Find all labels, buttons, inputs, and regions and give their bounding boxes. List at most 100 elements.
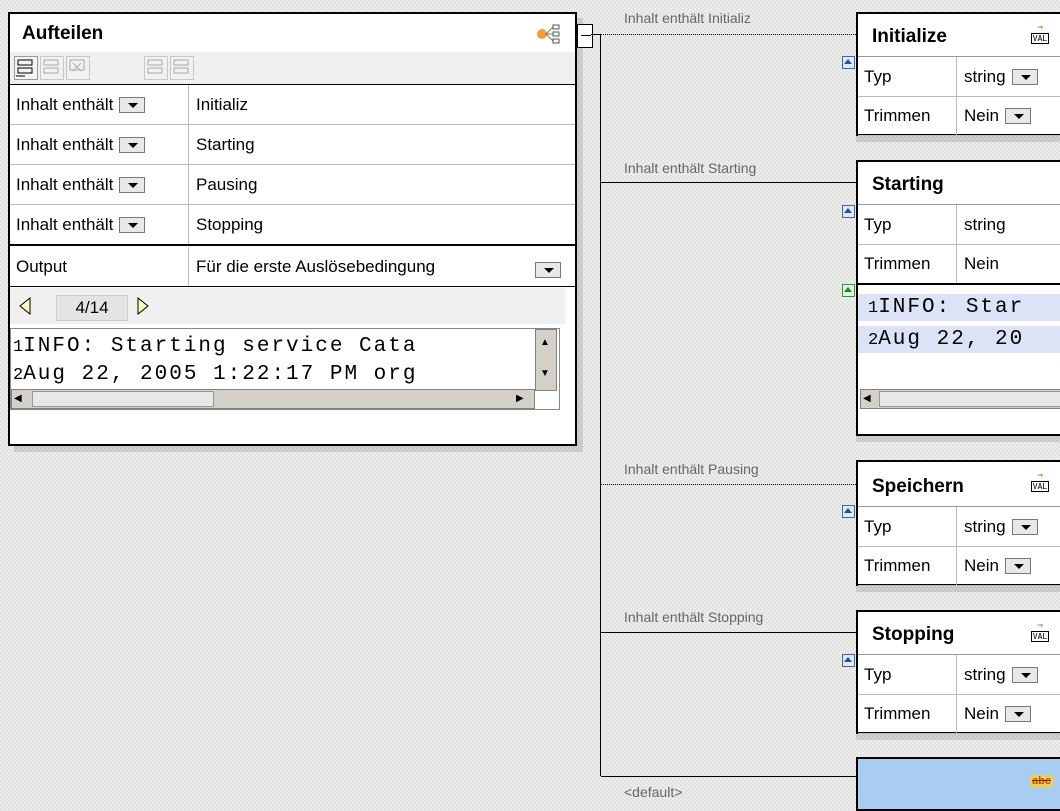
condition-value[interactable]: Starting	[196, 135, 255, 155]
trim-value: Nein	[964, 253, 999, 273]
value-icon[interactable]: ⇒ VAL	[1028, 468, 1052, 492]
condition-row[interactable]: Inhalt enthält Pausing	[10, 165, 575, 205]
scroll-up-icon[interactable]: ▲	[536, 332, 554, 354]
node-title: Initialize	[872, 26, 947, 47]
next-page-icon[interactable]	[136, 296, 150, 320]
page-indicator: 4/14	[56, 295, 128, 321]
preview-pane[interactable]: 1INFO: Starting service Cata 2Aug 22, 20…	[10, 328, 560, 410]
typ-row[interactable]: Typ string	[858, 204, 1060, 245]
condition-row[interactable]: Inhalt enthält Initializ	[10, 85, 575, 125]
node-title: Starting	[872, 174, 944, 195]
preview-line: 1INFO: Starting service Cata	[13, 335, 417, 358]
scroll-left-icon[interactable]: ◀	[14, 390, 22, 408]
chevron-down-icon[interactable]	[119, 216, 146, 233]
collapse-icon[interactable]	[842, 505, 855, 518]
scroll-down-icon[interactable]: ▼	[536, 363, 554, 385]
typ-row[interactable]: Typ string	[858, 56, 1060, 97]
output-port-icon[interactable]	[577, 24, 593, 48]
node-speichern[interactable]: Speichern ⇒ VAL Typ string Trimmen Nein	[856, 460, 1060, 586]
typ-value: string	[964, 664, 1006, 684]
condition-row[interactable]: Inhalt enthält Stopping	[10, 205, 575, 246]
typ-label: Typ	[864, 516, 892, 536]
preview-pane[interactable]: 1INFO: Star 2Aug 22, 20 ◀	[858, 286, 1060, 430]
trim-row[interactable]: Trimmen Nein	[858, 694, 1060, 734]
typ-label: Typ	[864, 66, 892, 86]
line-text: Aug 22, 20	[878, 328, 1025, 351]
split-panel: Aufteilen Inhalt enthält Initializ Inhal…	[8, 12, 577, 446]
scroll-thumb[interactable]	[879, 391, 1060, 407]
connector-label: Inhalt enthält Starting	[624, 160, 757, 176]
connector-line	[601, 484, 856, 485]
chevron-down-icon[interactable]	[119, 96, 146, 113]
delete-condition-icon[interactable]	[66, 56, 90, 80]
typ-value: string	[964, 516, 1006, 536]
typ-value: string	[964, 214, 1006, 234]
split-icon[interactable]	[535, 24, 561, 44]
condition-row[interactable]: Inhalt enthält Starting	[10, 125, 575, 165]
split-panel-header[interactable]: Aufteilen	[10, 14, 575, 53]
prev-page-icon[interactable]	[18, 296, 32, 320]
trim-row[interactable]: Trimmen Nein	[858, 96, 1060, 136]
connector-label: Inhalt enthält Pausing	[624, 461, 759, 477]
value-icon[interactable]: ⇒ VAL	[1028, 618, 1052, 642]
chevron-down-icon[interactable]	[1011, 666, 1038, 683]
insert-condition-icon[interactable]	[40, 56, 64, 80]
preview-line: 1INFO: Star	[858, 294, 1060, 321]
line-text: INFO: Starting service Cata	[23, 335, 418, 358]
move-down-icon[interactable]	[170, 56, 194, 80]
output-row[interactable]: Output Für die erste Auslösebedingung	[10, 247, 575, 287]
chevron-down-icon[interactable]	[1011, 518, 1038, 535]
condition-operator: Inhalt enthält	[16, 94, 114, 114]
line-number: 2	[868, 331, 879, 350]
line-number: 2	[13, 366, 24, 385]
chevron-down-icon[interactable]	[1011, 68, 1038, 85]
chevron-down-icon[interactable]	[535, 261, 561, 278]
node-initialize[interactable]: Initialize ⇒ VAL Typ string Trimmen Nein	[856, 12, 1060, 136]
expand-preview-icon[interactable]	[842, 284, 855, 297]
typ-row[interactable]: Typ string	[858, 654, 1060, 695]
scroll-left-icon[interactable]: ◀	[863, 390, 871, 408]
typ-value: string	[964, 66, 1006, 86]
collapse-icon[interactable]	[842, 654, 855, 667]
horizontal-scrollbar[interactable]: ◀ ▶	[11, 389, 535, 409]
condition-value[interactable]: Initializ	[196, 95, 248, 115]
trim-value: Nein	[964, 105, 999, 125]
trim-label: Trimmen	[864, 703, 931, 723]
scroll-thumb[interactable]	[32, 391, 214, 407]
scroll-right-icon[interactable]: ▶	[516, 390, 524, 408]
typ-row[interactable]: Typ string	[858, 506, 1060, 547]
node-title: Stopping	[872, 624, 955, 645]
condition-operator: Inhalt enthält	[16, 214, 114, 234]
chevron-down-icon[interactable]	[1004, 107, 1031, 124]
trim-label: Trimmen	[864, 105, 931, 125]
chevron-down-icon[interactable]	[1004, 557, 1031, 574]
connector-line	[601, 632, 856, 633]
move-up-icon[interactable]	[144, 56, 168, 80]
value-icon[interactable]: ⇒ VAL	[1028, 20, 1052, 44]
condition-operator: Inhalt enthält	[16, 134, 114, 154]
condition-value[interactable]: Stopping	[196, 215, 263, 235]
connector-line	[601, 776, 856, 777]
line-text: Aug 22, 2005 1:22:17 PM org	[23, 363, 418, 386]
vertical-scrollbar[interactable]: ▲ ▼	[535, 329, 557, 391]
add-condition-icon[interactable]	[14, 56, 38, 80]
preview-line: 2Aug 22, 2005 1:22:17 PM org	[13, 363, 417, 386]
node-stopping[interactable]: Stopping ⇒ VAL Typ string Trimmen Nein	[856, 610, 1060, 734]
abc-icon[interactable]: abc	[1030, 775, 1053, 787]
trim-row[interactable]: Trimmen Nein	[858, 244, 1060, 285]
chevron-down-icon[interactable]	[119, 136, 146, 153]
horizontal-scrollbar[interactable]: ◀	[860, 389, 1060, 409]
connector-label: Inhalt enthält Stopping	[624, 609, 764, 625]
line-text: INFO: Star	[878, 296, 1025, 319]
collapse-icon[interactable]	[842, 56, 855, 69]
panel-title: Aufteilen	[22, 23, 104, 44]
chevron-down-icon[interactable]	[1004, 705, 1031, 722]
collapse-icon[interactable]	[842, 205, 855, 218]
chevron-down-icon[interactable]	[119, 176, 146, 193]
node-default[interactable]: abc	[856, 757, 1060, 811]
node-starting[interactable]: Starting Typ string Trimmen Nein 1INFO: …	[856, 160, 1060, 436]
condition-value[interactable]: Pausing	[196, 175, 257, 195]
trim-row[interactable]: Trimmen Nein	[858, 546, 1060, 586]
trim-value: Nein	[964, 703, 999, 723]
connector-label: Inhalt enthält Initializ	[624, 10, 751, 26]
